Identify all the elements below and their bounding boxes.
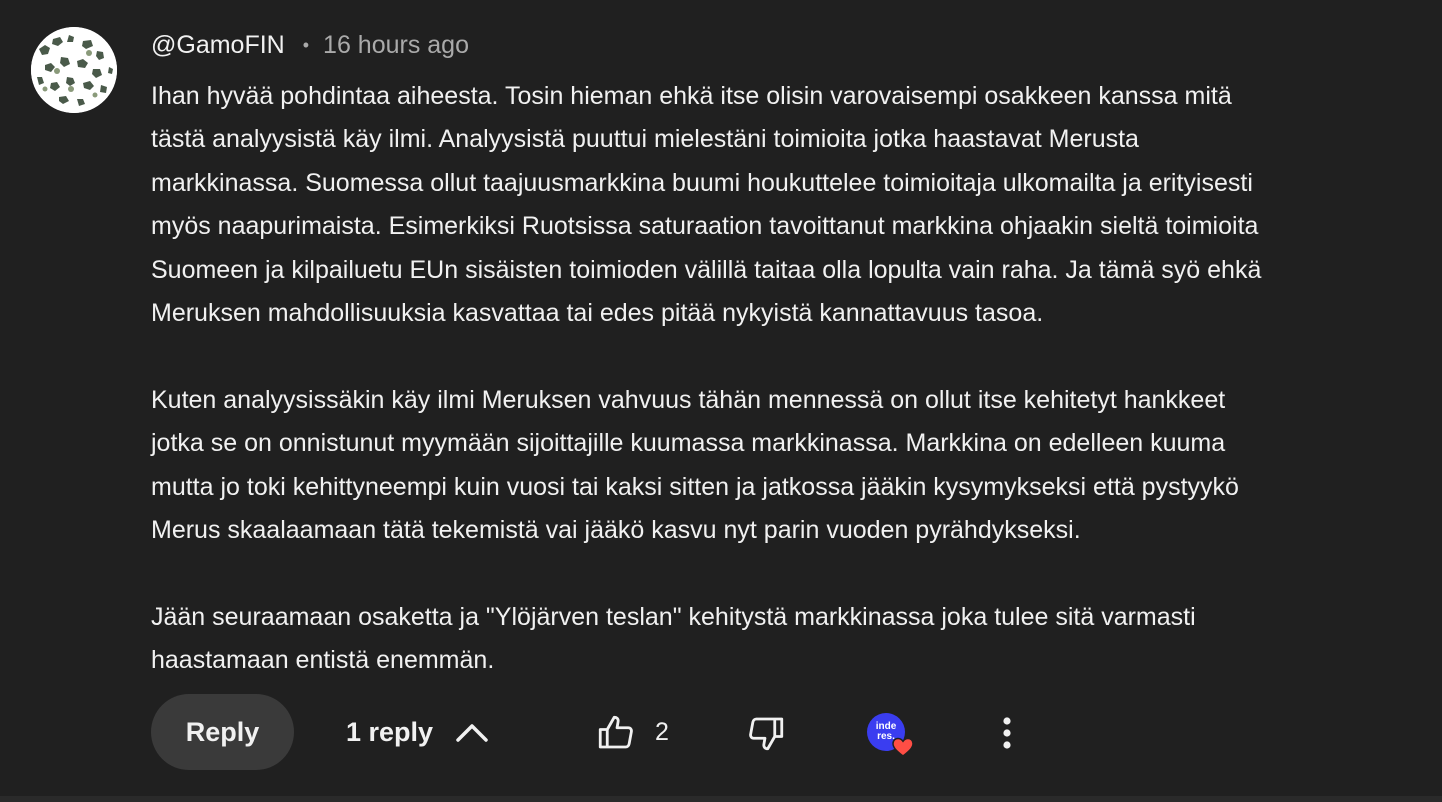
comment-line: myös naapurimaista. Esimerkiksi Ruotsiss… [151, 212, 1259, 241]
thumb-up-icon [598, 715, 633, 749]
author-avatar[interactable] [31, 27, 117, 113]
author-name[interactable]: @GamoFIN [151, 31, 285, 60]
comment-line: tästä analyysistä käy ilmi. Analyysistä … [151, 125, 1139, 154]
thumb-down-icon [749, 717, 784, 751]
divider [0, 796, 1442, 802]
chevron-up-icon [456, 724, 488, 742]
comment-line: mutta jo toki kehittyneempi kuin vuosi t… [151, 472, 1239, 501]
like-button[interactable] [595, 712, 637, 754]
comment-line: Meruksen mahdollisuuksia kasvattaa tai e… [151, 299, 1044, 328]
comment-line: Merus skaalaamaan tätä tekemistä vai jää… [151, 516, 1081, 545]
replies-label: 1 reply [346, 716, 434, 747]
comment-line: Ihan hyvää pohdintaa aiheesta. Tosin hie… [151, 82, 1232, 110]
more-vert-icon [1003, 717, 1011, 749]
like-count: 2 [655, 717, 669, 746]
reply-button[interactable]: Reply [151, 694, 294, 770]
comment-line: haastamaan entistä enemmän. [151, 646, 495, 675]
comment-header: @GamoFIN • 16 hours ago [151, 30, 469, 60]
dislike-button[interactable] [745, 712, 787, 754]
comment-line: Suomeen ja kilpailuetu EUn sisäisten toi… [151, 255, 1262, 284]
comment-line: Kuten analyysissäkin käy ilmi Meruksen v… [151, 385, 1226, 414]
comment-text: Ihan hyvää pohdintaa aiheesta. Tosin hie… [151, 75, 1426, 683]
separator-dot: • [302, 34, 310, 55]
comment-line: Jään seuraamaan osaketta ja "Ylöjärven t… [151, 602, 1196, 631]
replies-toggle[interactable]: 1 reply [346, 694, 489, 770]
comment-time[interactable]: 16 hours ago [323, 31, 469, 60]
comment-actions: Reply 1 reply 2 inde res. [151, 694, 1431, 770]
creator-heart-badge: inde res. [867, 713, 917, 763]
comment-line: jotka se on onnistunut myymään sijoittaj… [151, 429, 1226, 458]
heart-icon [892, 737, 914, 757]
more-actions-button[interactable] [993, 712, 1021, 754]
comment-line: markkinassa. Suomessa ollut taajuusmarkk… [151, 168, 1253, 197]
